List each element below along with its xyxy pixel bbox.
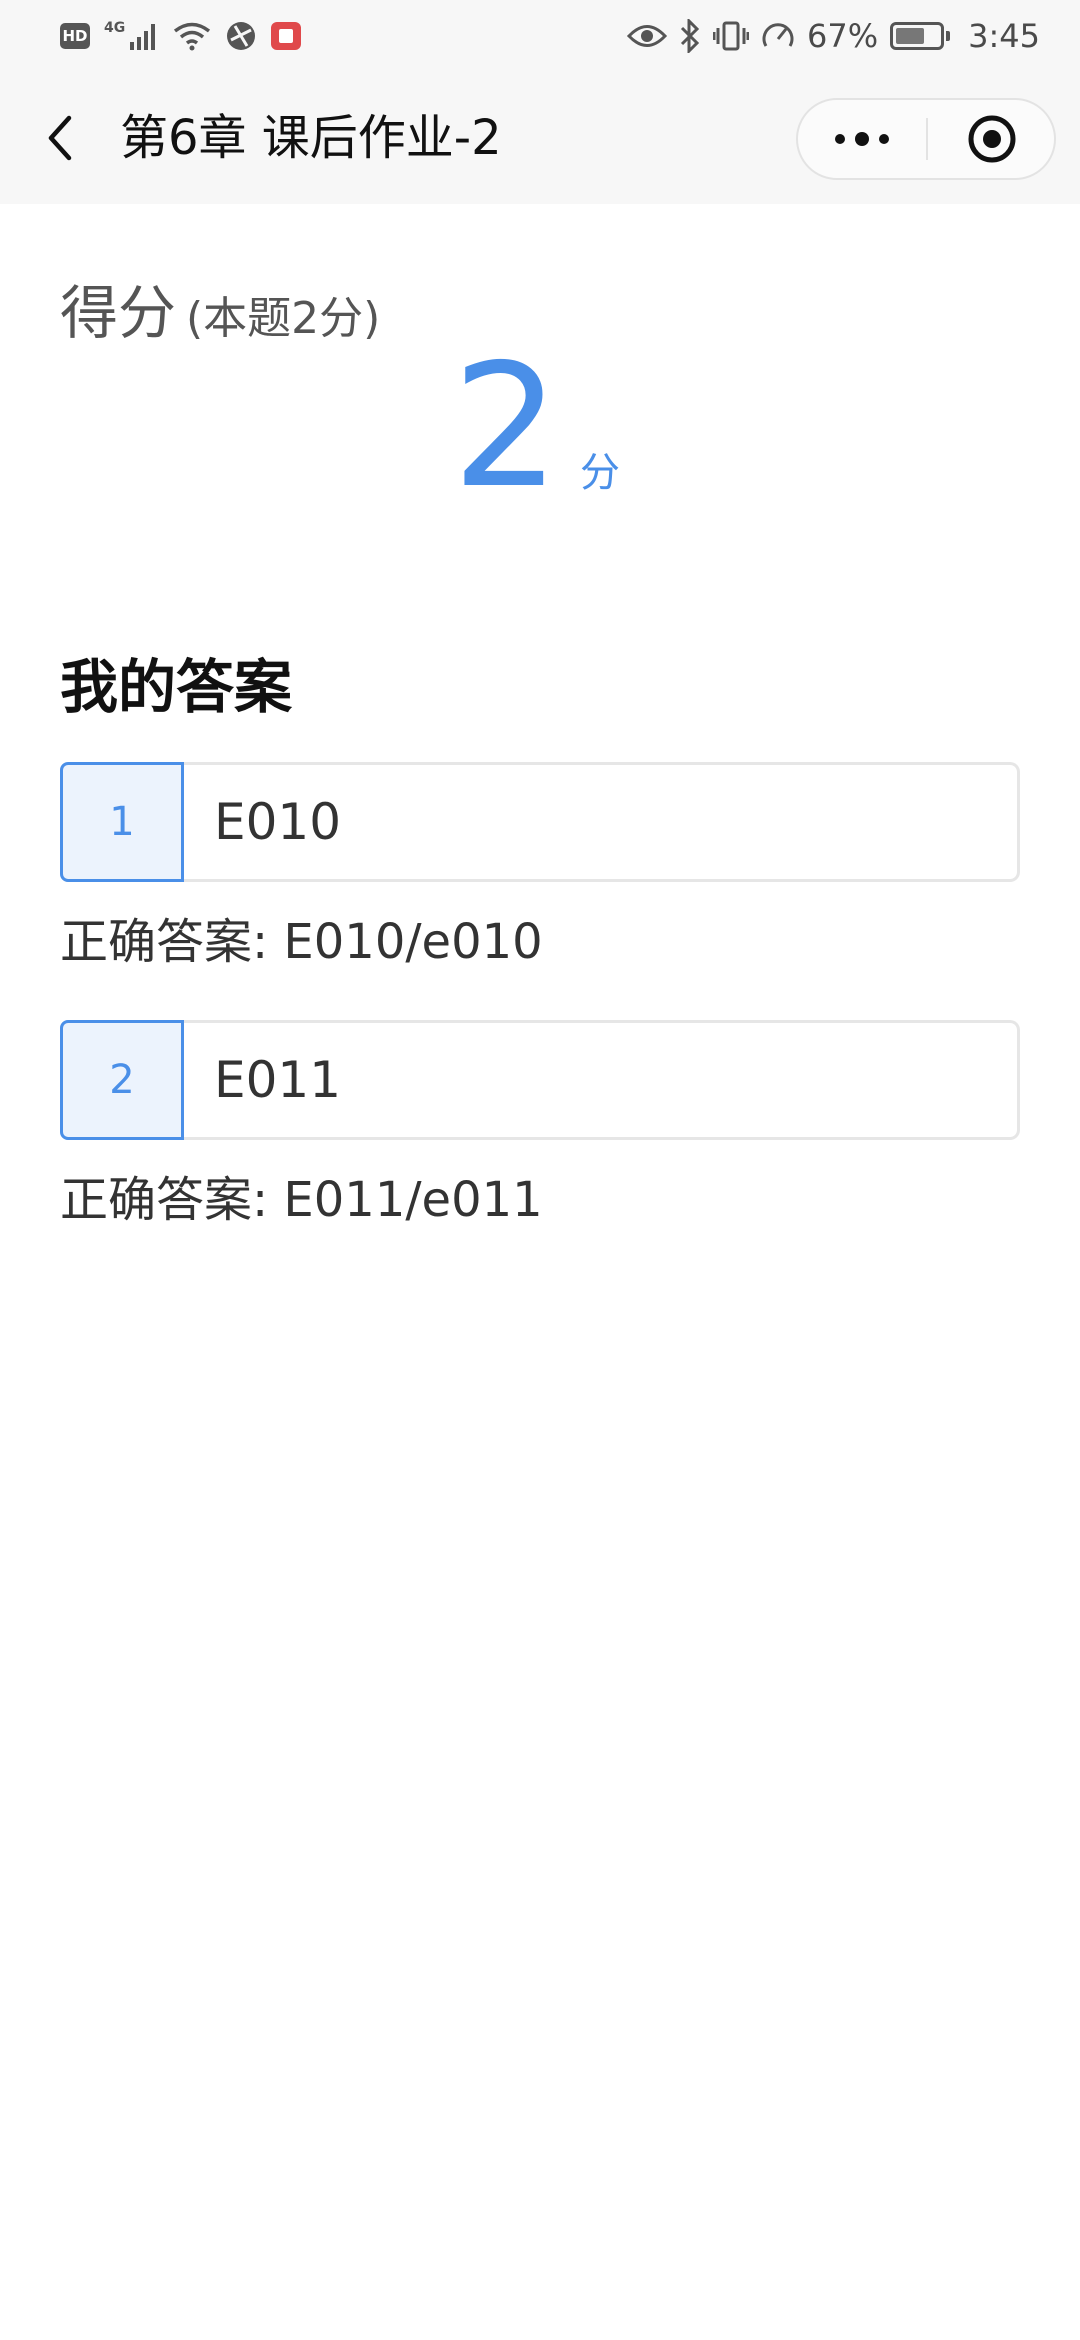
bluetooth-icon [680, 19, 700, 53]
battery-level [896, 28, 925, 44]
eye-icon [627, 25, 668, 47]
page-title: 第6章 课后作业-2 [120, 110, 502, 166]
answer-field: E011 [184, 1020, 1020, 1140]
score-label: 得分 [60, 279, 177, 347]
status-left: HD 4G [60, 18, 302, 54]
battery-percent: 67% [807, 17, 879, 55]
more-button[interactable] [798, 100, 926, 178]
nav-bar: 第6章 课后作业-2 [0, 72, 1080, 204]
answer-item-2: 2 E011 正确答案: E011/e011 [60, 1020, 1020, 1230]
vpn-icon [227, 22, 256, 50]
score-label-row: 得分 (本题2分) [60, 266, 380, 350]
correct-answer-text: 正确答案: E010/e010 [60, 914, 543, 970]
answer-index-badge: 2 [60, 1020, 184, 1140]
mini-program-capsule [796, 98, 1056, 180]
answer-index-badge: 1 [60, 762, 184, 882]
score-value: 2 [452, 328, 561, 526]
back-button[interactable] [28, 102, 92, 174]
status-time: 3:45 [968, 17, 1040, 55]
score-unit: 分 [580, 450, 620, 496]
status-bar: HD 4G 67% 3:45 [0, 0, 1080, 72]
network-type-label: 4G [104, 20, 126, 36]
target-close-icon [968, 115, 1016, 163]
wifi-icon [174, 22, 211, 51]
more-dots-icon [835, 132, 889, 146]
speed-icon [762, 23, 794, 47]
answers-heading: 我的答案 [60, 653, 293, 721]
vibrate-icon [713, 21, 750, 51]
signal-icon [130, 24, 156, 50]
app-notification-icon [271, 22, 302, 50]
battery-icon [890, 22, 951, 50]
chevron-left-icon [48, 115, 72, 161]
correct-answer-text: 正确答案: E011/e011 [60, 1172, 543, 1228]
close-button[interactable] [928, 100, 1056, 178]
answer-row: 2 E011 [60, 1020, 1020, 1140]
status-right: 67% 3:45 [627, 14, 1040, 58]
hd-icon: HD [60, 23, 90, 49]
score-note: (本题2分) [186, 293, 381, 344]
answer-row: 1 E010 [60, 762, 1020, 882]
answer-item-1: 1 E010 正确答案: E010/e010 [60, 762, 1020, 972]
answer-field: E010 [184, 762, 1020, 882]
